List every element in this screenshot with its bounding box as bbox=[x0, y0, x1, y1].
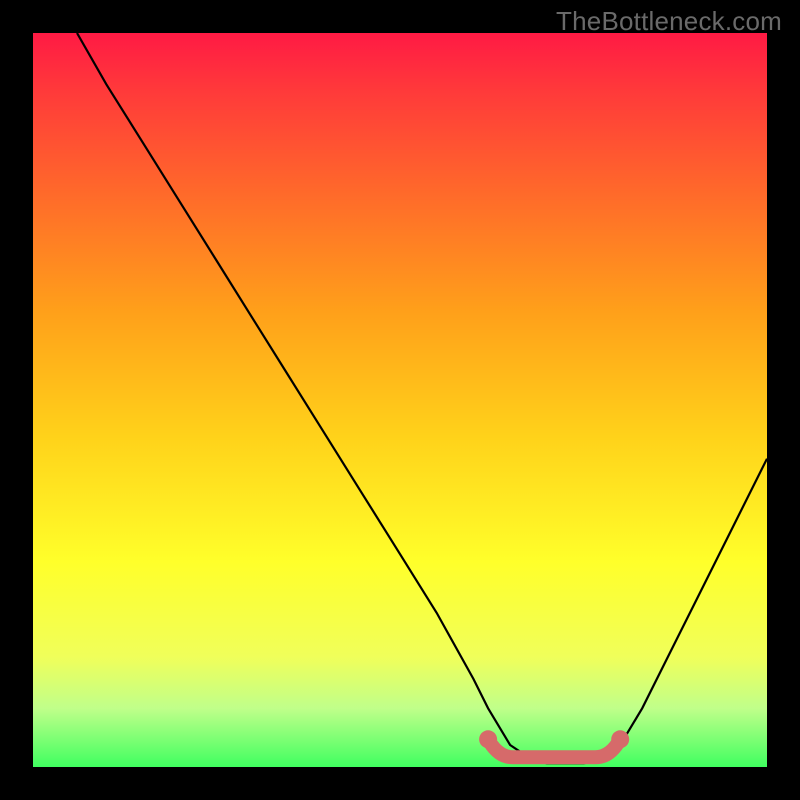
main-curve bbox=[77, 33, 767, 763]
watermark-text: TheBottleneck.com bbox=[556, 6, 782, 37]
accent-dot-left bbox=[479, 730, 497, 748]
chart-frame: TheBottleneck.com bbox=[0, 0, 800, 800]
accent-dot-right bbox=[611, 730, 629, 748]
curve-svg bbox=[33, 33, 767, 767]
plot-area bbox=[33, 33, 767, 767]
